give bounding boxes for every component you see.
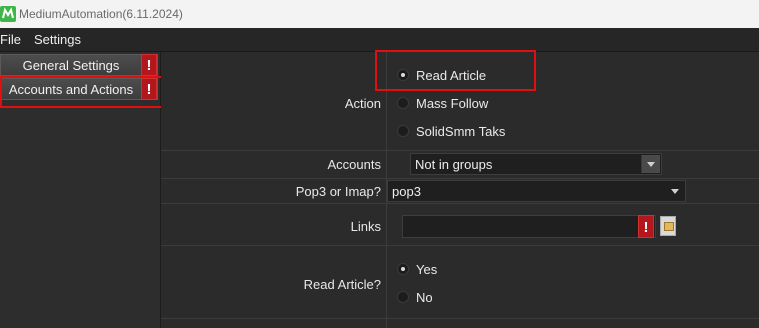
warning-icon: ! [141, 54, 157, 76]
radio-read-article[interactable] [397, 69, 409, 81]
radio-solidsmm-taks[interactable] [397, 125, 409, 137]
window-title: MediumAutomation(6.11.2024) [19, 7, 183, 21]
menu-file[interactable]: File [0, 32, 21, 47]
radio-label-mass-follow: Mass Follow [416, 96, 489, 111]
title-bar: MediumAutomation(6.11.2024) [0, 0, 759, 28]
sidebar: General Settings ! Accounts and Actions … [0, 52, 161, 328]
row-divider [161, 150, 759, 151]
radio-label-read-article: Read Article [416, 68, 487, 83]
menu-bar: File Settings [0, 28, 759, 52]
radio-no[interactable] [397, 291, 409, 303]
links-label: Links [350, 219, 381, 234]
sidebar-item-general-settings[interactable]: General Settings ! [0, 54, 158, 76]
radio-label-solidsmm-taks: SolidSmm Taks [416, 124, 506, 139]
warning-icon: ! [141, 78, 157, 100]
row-divider [161, 245, 759, 246]
warning-icon: ! [638, 215, 654, 238]
chevron-down-icon[interactable] [641, 155, 660, 173]
action-label: Action [344, 96, 381, 111]
row-divider [161, 318, 759, 319]
pop3-select-value: pop3 [392, 184, 421, 199]
sidebar-item-label: Accounts and Actions [8, 82, 134, 97]
accounts-label: Accounts [327, 157, 381, 172]
radio-label-yes: Yes [416, 262, 438, 277]
radio-label-no: No [416, 290, 433, 305]
folder-icon[interactable] [660, 216, 676, 236]
settings-form: Action Read Article Mass Follow SolidSmm… [161, 52, 759, 328]
menu-settings[interactable]: Settings [34, 32, 81, 47]
sidebar-item-accounts-and-actions[interactable]: Accounts and Actions ! [0, 78, 158, 100]
row-divider [161, 203, 759, 204]
pop3-label: Pop3 or Imap? [295, 184, 381, 199]
chevron-down-icon[interactable] [666, 182, 684, 200]
radio-yes[interactable] [397, 263, 409, 275]
sidebar-item-label: General Settings [22, 58, 120, 73]
read-article-label: Read Article? [303, 277, 381, 292]
radio-mass-follow[interactable] [397, 97, 409, 109]
row-divider [161, 178, 759, 179]
accounts-select-value: Not in groups [415, 157, 493, 172]
accounts-select[interactable]: Not in groups [410, 153, 662, 175]
links-input[interactable] [402, 215, 656, 238]
pop3-select[interactable]: pop3 [387, 180, 686, 202]
app-logo-icon [0, 6, 16, 22]
